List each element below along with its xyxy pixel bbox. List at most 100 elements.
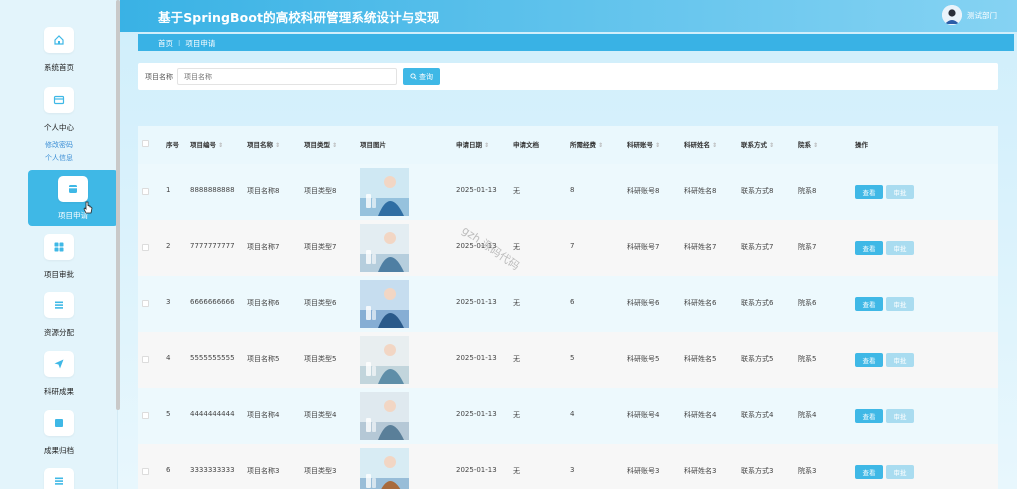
sidebar-item-project-apply[interactable]: 项目申请 <box>28 170 118 226</box>
app-title: 基于SpringBoot的高校科研管理系统设计与实现 <box>158 10 440 25</box>
view-button[interactable]: 查看 <box>855 297 883 311</box>
view-button[interactable]: 查看 <box>855 353 883 367</box>
cell-date: 2025-01-13 <box>456 186 497 194</box>
cell-date: 2025-01-13 <box>456 354 497 362</box>
cell-contact: 联系方式5 <box>741 355 774 363</box>
cell-contact: 联系方式7 <box>741 243 774 251</box>
view-button[interactable]: 查看 <box>855 241 883 255</box>
view-button[interactable]: 查看 <box>855 465 883 479</box>
sort-icon[interactable]: ⇕ <box>769 142 774 149</box>
sort-icon[interactable]: ⇕ <box>484 142 489 149</box>
col-header-name[interactable]: 项目名称 ⇕ <box>247 139 280 149</box>
cell-acct: 科研账号6 <box>627 299 660 307</box>
col-header-type[interactable]: 项目类型 ⇕ <box>304 139 337 149</box>
review-button[interactable]: 审批 <box>886 409 914 423</box>
col-header-account[interactable]: 科研账号 ⇕ <box>627 139 660 149</box>
sort-icon[interactable]: ⇕ <box>813 142 818 149</box>
sidebar-sub-change-password[interactable]: 修改密码 <box>28 139 90 152</box>
user-name[interactable]: 测试部门 <box>967 10 997 21</box>
cell-fund: 3 <box>570 466 575 474</box>
sidebar-item-project-review[interactable]: 项目审批 <box>28 234 90 280</box>
sort-icon[interactable]: ⇕ <box>218 142 223 149</box>
row-checkbox[interactable] <box>142 356 149 363</box>
sidebar-item-archive[interactable]: 成果归档 <box>28 410 90 456</box>
view-button[interactable]: 查看 <box>855 409 883 423</box>
project-image[interactable] <box>360 336 409 384</box>
col-header-label: 项目名称 <box>247 141 273 149</box>
col-header-code[interactable]: 项目编号 ⇕ <box>190 139 223 149</box>
cell-type: 项目类型5 <box>304 355 337 363</box>
table-row[interactable]: 5 4444444444 项目名称4 项目类型4 2025-01-13 无 4 科研账号4 科研… <box>138 388 998 444</box>
sidebar-item-label: 项目申请 <box>58 211 88 220</box>
sidebar-item-label: 项目审批 <box>44 270 74 279</box>
row-checkbox[interactable] <box>142 244 149 251</box>
sidebar-scrollbar[interactable] <box>116 0 120 410</box>
row-checkbox[interactable] <box>142 300 149 307</box>
cell-doc: 无 <box>513 467 520 475</box>
project-image[interactable] <box>360 392 409 440</box>
cell-person: 科研姓名4 <box>684 411 717 419</box>
sort-icon[interactable]: ⇕ <box>712 142 717 149</box>
breadcrumb-home[interactable]: 首页 <box>158 39 173 48</box>
sidebar-sub-personal-info[interactable]: 个人信息 <box>28 152 90 165</box>
col-header-person[interactable]: 科研姓名 ⇕ <box>684 139 717 149</box>
sort-icon[interactable]: ⇕ <box>598 142 603 149</box>
table-row[interactable]: 1 8888888888 项目名称8 项目类型8 2025-01-13 无 8 科研账号8 科研… <box>138 164 998 220</box>
col-header-date[interactable]: 申请日期 ⇕ <box>456 139 489 149</box>
sidebar-item-home[interactable]: 系统首页 <box>28 27 90 73</box>
send-icon <box>44 351 74 377</box>
sort-icon[interactable]: ⇕ <box>332 142 337 149</box>
col-header-contact[interactable]: 联系方式 ⇕ <box>741 139 774 149</box>
sidebar-item-research-results[interactable]: 科研成果 <box>28 351 90 397</box>
cell-dept: 院系4 <box>798 411 817 419</box>
cell-dept: 院系6 <box>798 299 817 307</box>
row-checkbox[interactable] <box>142 468 149 475</box>
review-button[interactable]: 审批 <box>886 353 914 367</box>
review-button[interactable]: 审批 <box>886 465 914 479</box>
search-button[interactable]: 查询 <box>403 68 440 85</box>
sort-icon[interactable]: ⇕ <box>275 142 280 149</box>
cell-acct: 科研账号8 <box>627 187 660 195</box>
cell-fund: 7 <box>570 242 575 250</box>
cell-type: 项目类型8 <box>304 187 337 195</box>
cell-fund: 6 <box>570 298 575 306</box>
row-checkbox[interactable] <box>142 188 149 195</box>
col-header-dept[interactable]: 院系 ⇕ <box>798 139 818 149</box>
sidebar: 系统首页 个人中心 修改密码 个人信息 项目申请 项目审批 资源分配 科研成果 <box>0 0 118 489</box>
table-row[interactable]: 2 7777777777 项目名称7 项目类型7 2025-01-13 无 7 科研账号7 科研… <box>138 220 998 276</box>
cell-fund: 4 <box>570 410 575 418</box>
table-row[interactable]: 6 3333333333 项目名称3 项目类型3 2025-01-13 无 3 科研账号3 科研… <box>138 444 998 489</box>
project-image[interactable] <box>360 168 409 216</box>
table-row[interactable]: 3 6666666666 项目名称6 项目类型6 2025-01-13 无 6 科研账号6 科研… <box>138 276 998 332</box>
col-header-fund[interactable]: 所需经费 ⇕ <box>570 139 603 149</box>
list-icon <box>44 292 74 318</box>
cell-type: 项目类型4 <box>304 411 337 419</box>
list-icon <box>44 468 74 489</box>
cell-doc: 无 <box>513 243 520 251</box>
cell-type: 项目类型7 <box>304 243 337 251</box>
project-image[interactable] <box>360 224 409 272</box>
review-button[interactable]: 审批 <box>886 297 914 311</box>
hand-cursor-icon <box>83 201 93 214</box>
project-image[interactable] <box>360 280 409 328</box>
sidebar-item-profile[interactable]: 个人中心 修改密码 个人信息 <box>28 87 90 165</box>
cell-contact: 联系方式6 <box>741 299 774 307</box>
breadcrumb: 首页 ⁝ 项目申请 <box>138 34 1014 51</box>
sort-icon[interactable]: ⇕ <box>655 142 660 149</box>
table-row[interactable]: 4 5555555555 项目名称5 项目类型5 2025-01-13 无 5 科研账号5 科研… <box>138 332 998 388</box>
review-button[interactable]: 审批 <box>886 185 914 199</box>
project-image[interactable] <box>360 448 409 489</box>
view-button[interactable]: 查看 <box>855 185 883 199</box>
search-label: 项目名称 <box>145 73 173 81</box>
col-header-doc: 申请文档 <box>513 141 539 149</box>
sidebar-item-more[interactable] <box>28 468 90 489</box>
sidebar-item-resource[interactable]: 资源分配 <box>28 292 90 338</box>
avatar[interactable] <box>942 5 962 25</box>
select-all-checkbox[interactable] <box>142 140 149 147</box>
row-checkbox[interactable] <box>142 412 149 419</box>
review-button[interactable]: 审批 <box>886 241 914 255</box>
cell-doc: 无 <box>513 411 520 419</box>
cell-code: 7777777777 <box>190 242 235 250</box>
project-name-search-input[interactable] <box>177 68 397 85</box>
cell-type: 项目类型3 <box>304 467 337 475</box>
